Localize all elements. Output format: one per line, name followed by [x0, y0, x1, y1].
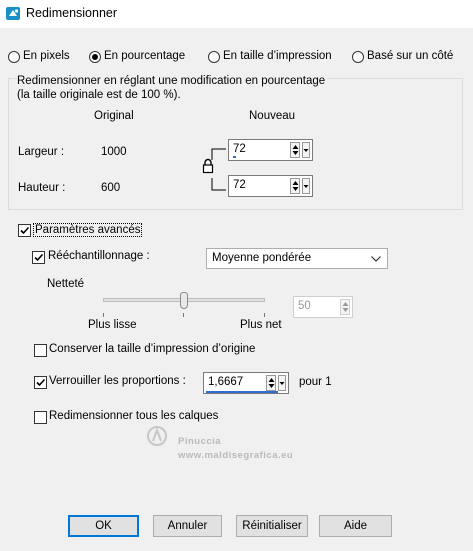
width-label: Largeur : — [18, 146, 65, 158]
ratio-value[interactable]: 1,6667 — [208, 376, 243, 388]
sharpness-value: 50 — [298, 300, 311, 312]
group-description-line1: Redimensionner en réglant une modificati… — [17, 75, 328, 87]
sharpness-slider-thumb[interactable] — [180, 292, 188, 309]
resize-all-layers-label[interactable]: Redimensionner tous les calques — [49, 410, 218, 422]
keep-print-size-checkbox[interactable] — [34, 344, 47, 357]
height-dropdown-arrow[interactable] — [302, 178, 310, 194]
sharpness-spinbox: 50 — [293, 296, 353, 318]
radio-side-label[interactable]: Basé sur un côté — [367, 50, 453, 62]
window-title: Redimensionner — [26, 6, 118, 20]
width-new-spinbox[interactable]: 72 — [228, 139, 313, 161]
ratio-suffix: pour 1 — [299, 376, 332, 388]
resample-label[interactable]: Rééchantillonnage : — [48, 250, 150, 262]
slider-max-label: Plus net — [240, 319, 282, 331]
group-description-line2: (la taille originale est de 100 %). — [17, 89, 181, 101]
ok-button[interactable]: OK — [68, 515, 139, 537]
radio-print-size-label[interactable]: En taille d’impression — [223, 50, 332, 62]
lock-ratio-label[interactable]: Verrouiller les proportions : — [49, 375, 186, 387]
cancel-button[interactable]: Annuler — [153, 515, 222, 537]
resample-checkbox[interactable] — [32, 251, 45, 264]
slider-tick — [264, 313, 265, 317]
width-dropdown-arrow[interactable] — [302, 142, 310, 158]
title-bar: Redimensionner — [0, 0, 473, 28]
reset-button[interactable]: Réinitialiser — [236, 515, 308, 537]
height-new-value[interactable]: 72 — [233, 179, 246, 191]
help-button[interactable]: Aide — [319, 515, 392, 537]
height-label: Hauteur : — [18, 182, 66, 194]
radio-selected-dot — [92, 54, 98, 60]
resample-method-select[interactable]: Moyenne pondérée — [206, 248, 388, 269]
ratio-spin-arrows[interactable] — [266, 375, 276, 391]
chevron-down-icon — [371, 256, 381, 262]
watermark-line2: www.maldisegrafica.eu — [178, 450, 294, 461]
advanced-label[interactable]: Paramètres avancés — [33, 223, 143, 237]
width-original-value: 1000 — [101, 146, 127, 158]
radio-side[interactable] — [352, 51, 364, 63]
height-spin-arrows[interactable] — [290, 178, 300, 194]
height-new-spinbox[interactable]: 72 — [228, 175, 313, 197]
radio-pixels[interactable] — [8, 51, 20, 63]
radio-print-size[interactable] — [208, 51, 220, 63]
resize-all-layers-checkbox[interactable] — [34, 411, 47, 424]
advanced-checkbox[interactable] — [18, 224, 31, 237]
height-original-value: 600 — [101, 182, 121, 194]
ratio-spinbox[interactable]: 1,6667 — [203, 372, 289, 394]
app-icon — [6, 7, 20, 20]
radio-pixels-label[interactable]: En pixels — [23, 50, 70, 62]
sharpness-label: Netteté — [47, 278, 85, 290]
ratio-dropdown-arrow[interactable] — [278, 375, 286, 391]
column-new: Nouveau — [249, 110, 296, 122]
radio-percent-label[interactable]: En pourcentage — [104, 50, 185, 62]
radio-percent[interactable] — [89, 51, 101, 63]
keep-print-size-label[interactable]: Conserver la taille d’impression d’origi… — [49, 343, 255, 355]
resample-method-value[interactable]: Moyenne pondérée — [212, 252, 311, 264]
slider-tick — [183, 313, 184, 317]
lock-icon[interactable] — [202, 158, 214, 174]
watermark-logo — [146, 425, 168, 450]
ratio-underline — [206, 391, 278, 393]
slider-tick — [103, 313, 104, 317]
width-new-value[interactable]: 72 — [233, 143, 246, 155]
watermark-line1: Pinuccia — [178, 436, 222, 447]
slider-min-label: Plus lisse — [88, 319, 137, 331]
text-caret — [233, 156, 236, 158]
width-spin-arrows[interactable] — [290, 142, 300, 158]
sharpness-spin-arrows — [340, 299, 350, 315]
column-original: Original — [94, 110, 134, 122]
lock-ratio-checkbox[interactable] — [34, 376, 47, 389]
